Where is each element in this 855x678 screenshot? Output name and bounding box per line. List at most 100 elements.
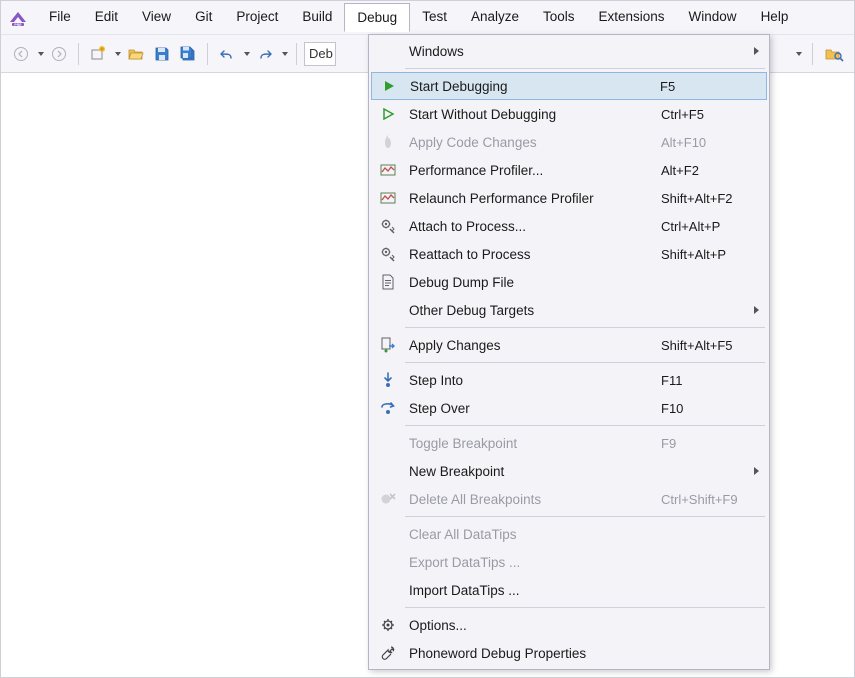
menu-separator: [405, 68, 765, 69]
menu-item-shortcut: F11: [661, 373, 761, 388]
menu-item-label: Step Over: [409, 401, 661, 416]
toolbar-overflow-dropdown[interactable]: [793, 42, 803, 66]
new-project-dropdown[interactable]: [112, 42, 122, 66]
menu-item-label: Apply Code Changes: [409, 135, 661, 150]
redo-dropdown[interactable]: [279, 42, 289, 66]
save-button[interactable]: [150, 42, 174, 66]
gear-attach-icon: [377, 244, 399, 264]
menu-item-debug-dump-file[interactable]: Debug Dump File: [371, 268, 767, 296]
blank-icon: [377, 41, 399, 61]
save-all-button[interactable]: [176, 42, 200, 66]
menu-item-shortcut: F5: [660, 79, 760, 94]
menu-item-debug-properties[interactable]: Phoneword Debug Properties: [371, 639, 767, 667]
profiler-icon: [377, 188, 399, 208]
menu-item-windows[interactable]: Windows: [371, 37, 767, 65]
menu-item-shortcut: F10: [661, 401, 761, 416]
menu-item-label: Step Into: [409, 373, 661, 388]
submenu-arrow-icon: [754, 467, 759, 475]
menu-project[interactable]: Project: [224, 3, 290, 32]
menu-item-step-into[interactable]: Step IntoF11: [371, 366, 767, 394]
menu-item-other-debug-targets[interactable]: Other Debug Targets: [371, 296, 767, 324]
menu-item-shortcut: Ctrl+Shift+F9: [661, 492, 761, 507]
menu-item-performance-profiler[interactable]: Performance Profiler...Alt+F2: [371, 156, 767, 184]
menu-item-attach-to-process[interactable]: Attach to Process...Ctrl+Alt+P: [371, 212, 767, 240]
menu-git[interactable]: Git: [183, 3, 224, 32]
menu-separator: [405, 327, 765, 328]
delete-breakpoints-icon: [377, 489, 399, 509]
play-green-outline-icon: [377, 104, 399, 124]
open-folder-button[interactable]: [124, 42, 148, 66]
menu-item-label: Relaunch Performance Profiler: [409, 191, 661, 206]
menu-tools[interactable]: Tools: [531, 3, 587, 32]
gear-icon: [377, 615, 399, 635]
menu-item-label: Options...: [409, 618, 661, 633]
menu-item-relaunch-performance-profiler[interactable]: Relaunch Performance ProfilerShift+Alt+F…: [371, 184, 767, 212]
menu-item-start-without-debugging[interactable]: Start Without DebuggingCtrl+F5: [371, 100, 767, 128]
menu-item-label: Phoneword Debug Properties: [409, 646, 661, 661]
menu-item-options[interactable]: Options...: [371, 611, 767, 639]
svg-text:PRE: PRE: [14, 22, 22, 26]
menu-item-label: Start Debugging: [410, 79, 660, 94]
menu-item-reattach-to-process[interactable]: Reattach to ProcessShift+Alt+P: [371, 240, 767, 268]
blank-icon: [377, 300, 399, 320]
menu-item-label: Start Without Debugging: [409, 107, 661, 122]
flame-icon: [377, 132, 399, 152]
menu-separator: [405, 362, 765, 363]
menu-build[interactable]: Build: [290, 3, 344, 32]
menu-item-toggle-breakpoint: Toggle BreakpointF9: [371, 429, 767, 457]
menu-debug[interactable]: Debug: [344, 3, 410, 32]
nav-forward-button[interactable]: [47, 42, 71, 66]
profiler-icon: [377, 160, 399, 180]
menu-item-shortcut: Shift+Alt+P: [661, 247, 761, 262]
step-over-icon: [377, 398, 399, 418]
find-in-files-button[interactable]: [822, 42, 846, 66]
menu-extensions[interactable]: Extensions: [587, 3, 677, 32]
play-green-solid-icon: [378, 76, 400, 96]
undo-dropdown[interactable]: [241, 42, 251, 66]
toolbar-separator: [207, 43, 208, 65]
blank-icon: [377, 524, 399, 544]
toolbar-separator: [812, 43, 813, 65]
menu-item-shortcut: Alt+F10: [661, 135, 761, 150]
menu-separator: [405, 425, 765, 426]
apply-changes-icon: [377, 335, 399, 355]
menu-item-label: Other Debug Targets: [409, 303, 661, 318]
menu-item-label: Export DataTips ...: [409, 555, 661, 570]
menu-test[interactable]: Test: [410, 3, 459, 32]
menu-separator: [405, 607, 765, 608]
menu-item-start-debugging[interactable]: Start DebuggingF5: [371, 72, 767, 100]
menu-item-export-datatips: Export DataTips ...: [371, 548, 767, 576]
menu-item-new-breakpoint[interactable]: New Breakpoint: [371, 457, 767, 485]
menu-item-label: Delete All Breakpoints: [409, 492, 661, 507]
configuration-textbox[interactable]: Deb: [304, 42, 336, 66]
menu-item-label: Windows: [409, 44, 661, 59]
redo-button[interactable]: [253, 42, 277, 66]
menu-edit[interactable]: Edit: [83, 3, 130, 32]
menu-item-shortcut: F9: [661, 436, 761, 451]
menu-item-apply-changes[interactable]: Apply ChangesShift+Alt+F5: [371, 331, 767, 359]
nav-back-button[interactable]: [9, 42, 33, 66]
menu-analyze[interactable]: Analyze: [459, 3, 531, 32]
menu-item-shortcut: Alt+F2: [661, 163, 761, 178]
menu-help[interactable]: Help: [749, 3, 801, 32]
blank-icon: [377, 461, 399, 481]
menu-item-import-datatips[interactable]: Import DataTips ...: [371, 576, 767, 604]
submenu-arrow-icon: [754, 306, 759, 314]
wrench-icon: [377, 643, 399, 663]
undo-button[interactable]: [215, 42, 239, 66]
blank-icon: [377, 552, 399, 572]
menu-view[interactable]: View: [130, 3, 183, 32]
menu-item-apply-code-changes: Apply Code ChangesAlt+F10: [371, 128, 767, 156]
menu-item-step-over[interactable]: Step OverF10: [371, 394, 767, 422]
menu-item-label: Clear All DataTips: [409, 527, 661, 542]
new-project-button[interactable]: [86, 42, 110, 66]
nav-back-dropdown[interactable]: [35, 42, 45, 66]
step-into-icon: [377, 370, 399, 390]
menu-file[interactable]: File: [37, 3, 83, 32]
menu-item-label: Attach to Process...: [409, 219, 661, 234]
menu-item-label: Toggle Breakpoint: [409, 436, 661, 451]
gear-attach-icon: [377, 216, 399, 236]
toolbar-separator: [78, 43, 79, 65]
menu-window[interactable]: Window: [677, 3, 749, 32]
menu-item-label: Import DataTips ...: [409, 583, 661, 598]
